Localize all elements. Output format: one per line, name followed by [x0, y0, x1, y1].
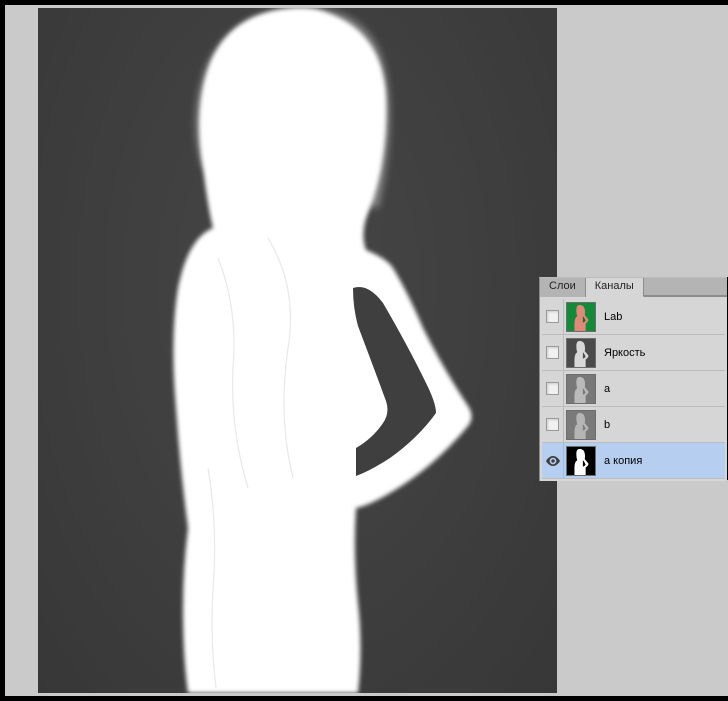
- channel-thumbnail: [566, 446, 596, 476]
- panel-background-top: [590, 5, 728, 277]
- tab-layers[interactable]: Слои: [540, 278, 586, 297]
- panel-tab-bar: Слои Каналы: [540, 278, 727, 297]
- tab-spacer: [644, 278, 727, 296]
- channel-row-lab[interactable]: Lab: [542, 299, 725, 335]
- channel-preview-image: [38, 8, 557, 693]
- channel-label: a: [604, 383, 610, 395]
- channel-row-a[interactable]: a: [542, 371, 725, 407]
- channel-thumbnail: [566, 338, 596, 368]
- visibility-toggle[interactable]: [542, 407, 564, 442]
- visibility-checkbox[interactable]: [546, 346, 559, 359]
- visibility-toggle[interactable]: [542, 299, 564, 334]
- channel-label: b: [604, 419, 610, 431]
- channels-panel: Слои Каналы Lab: [539, 277, 727, 481]
- visibility-checkbox[interactable]: [546, 418, 559, 431]
- channel-thumbnail: [566, 374, 596, 404]
- channel-row-a-copy[interactable]: a копия: [542, 443, 725, 479]
- canvas-area[interactable]: [5, 5, 590, 696]
- visibility-toggle[interactable]: [542, 335, 564, 370]
- channel-list: Lab Яркость: [540, 297, 727, 481]
- channel-thumbnail: [566, 302, 596, 332]
- panel-background-bottom: [590, 480, 728, 696]
- channel-label: Lab: [604, 311, 622, 323]
- channel-row-brightness[interactable]: Яркость: [542, 335, 725, 371]
- document-image[interactable]: [38, 8, 557, 693]
- channel-thumbnail: [566, 410, 596, 440]
- channel-label: a копия: [604, 455, 642, 467]
- visibility-checkbox[interactable]: [546, 310, 559, 323]
- visibility-toggle[interactable]: [542, 371, 564, 406]
- eye-icon: [546, 456, 560, 466]
- channel-label: Яркость: [604, 347, 645, 359]
- tab-channels[interactable]: Каналы: [586, 278, 644, 297]
- visibility-checkbox[interactable]: [546, 382, 559, 395]
- channel-row-b[interactable]: b: [542, 407, 725, 443]
- visibility-toggle[interactable]: [542, 443, 564, 478]
